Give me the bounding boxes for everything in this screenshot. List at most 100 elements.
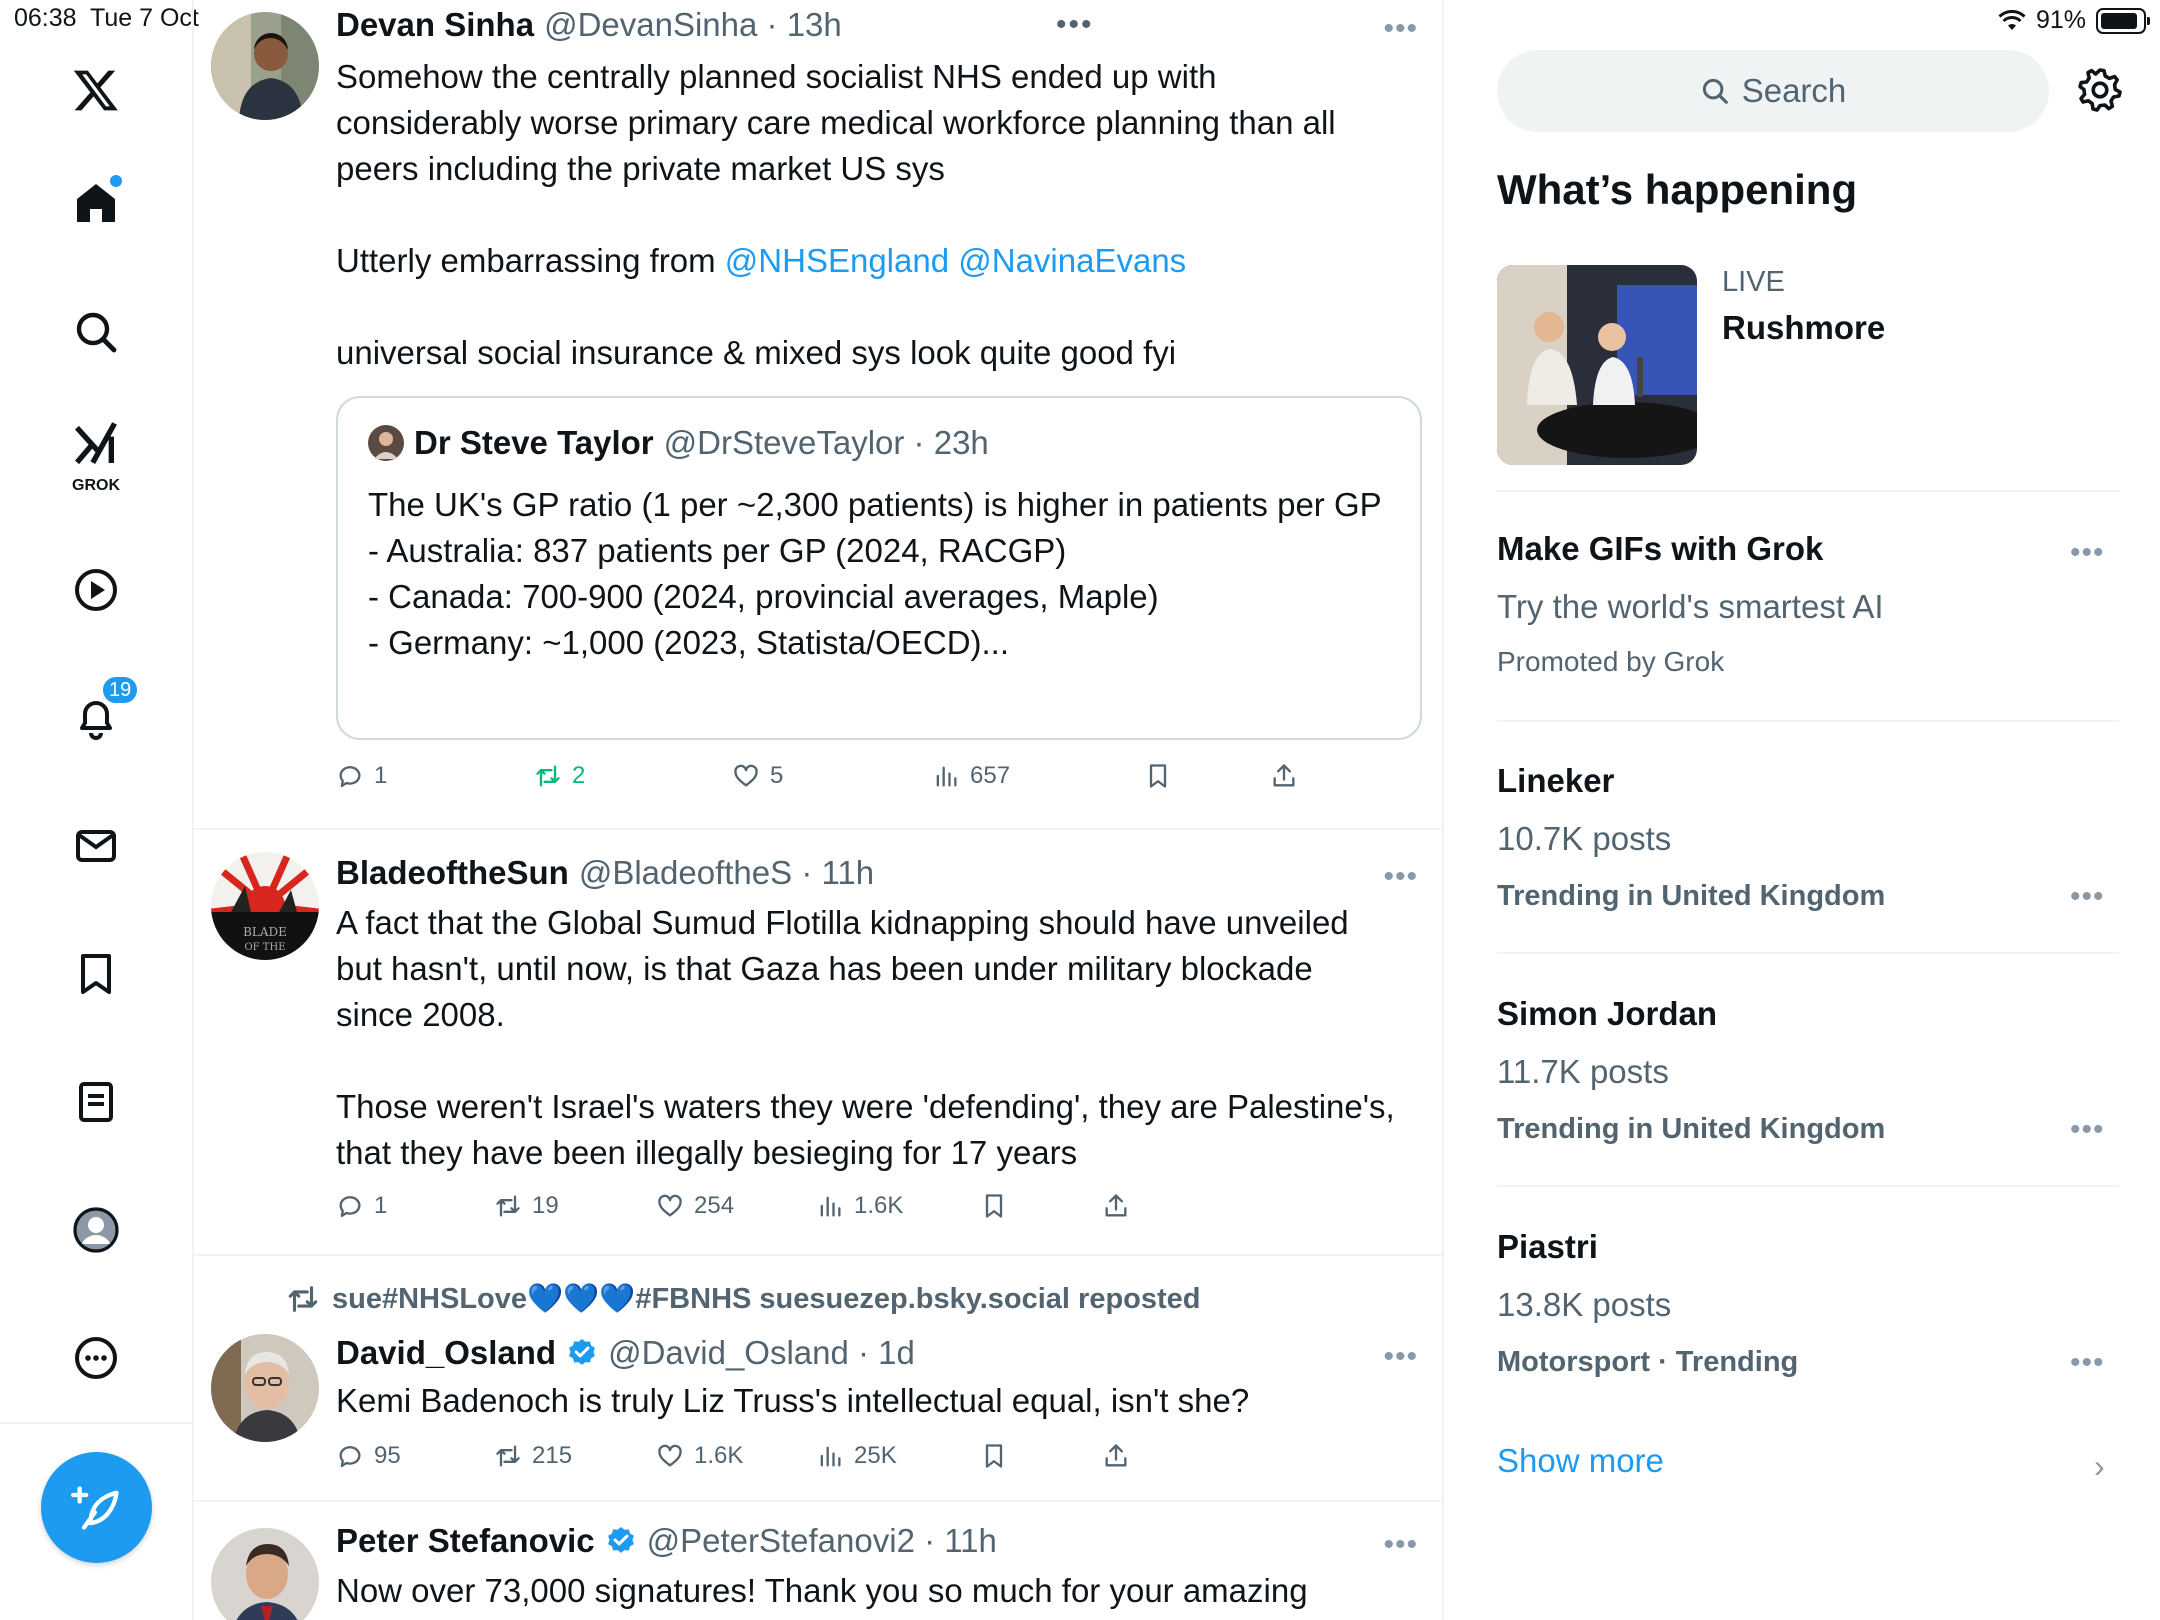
search-input[interactable]: Search <box>1497 50 2049 132</box>
trend-context: Trending in United Kingdom <box>1497 1113 1886 1145</box>
bookmark-button[interactable] <box>980 1192 1008 1220</box>
repost-icon <box>536 765 560 787</box>
nav-video[interactable] <box>58 552 134 628</box>
views-button[interactable]: 25K <box>816 1442 897 1470</box>
post-paragraph: Somehow the centrally planned socialist … <box>336 58 1336 187</box>
reply-icon <box>339 766 361 788</box>
trend-divider <box>1497 1185 2119 1187</box>
post-devan-sinha[interactable]: Devan Sinha @DevanSinha · 13h ••• Someho… <box>194 0 1442 828</box>
whats-happening-title: What’s happening <box>1497 166 1858 213</box>
reposted-by-line[interactable]: sue#NHSLove💙💙💙#FBNHS suesuezep.bsky.soci… <box>286 1282 1201 1316</box>
nav-explore[interactable] <box>58 294 134 370</box>
avatar-bladeofthesun[interactable]: BLADE OF THE <box>211 852 319 960</box>
x-logo-button[interactable] <box>58 52 134 128</box>
nav-more[interactable] <box>58 1320 134 1396</box>
x-logo-icon <box>73 70 118 111</box>
reply-button[interactable]: 1 <box>336 762 387 790</box>
avatar-peter-stefanovic[interactable] <box>211 1528 319 1620</box>
bookmark-icon <box>81 954 111 994</box>
author-handle-time[interactable]: @DevanSinha · 13h <box>544 6 842 44</box>
post-more-button[interactable]: ••• <box>1383 12 1418 46</box>
bookmark-button[interactable] <box>980 1442 1008 1470</box>
author-name[interactable]: David_Osland <box>336 1334 556 1372</box>
trend-name[interactable]: Piastri <box>1497 1228 1598 1266</box>
grok-icon <box>74 422 117 465</box>
post-david-osland[interactable]: sue#NHSLove💙💙💙#FBNHS suesuezep.bsky.soci… <box>194 1256 1442 1500</box>
author-name[interactable]: Devan Sinha <box>336 6 534 44</box>
post-paragraph: universal social insurance & mixed sys l… <box>336 334 1177 371</box>
views-button[interactable]: 1.6K <box>816 1192 903 1220</box>
repost-button[interactable]: 2 <box>534 762 585 790</box>
nav-bookmarks[interactable] <box>58 936 134 1012</box>
share-button[interactable] <box>1270 762 1298 790</box>
post-peter-stefanovic[interactable]: Peter Stefanovic @PeterStefanovi2 · 11h … <box>194 1502 1442 1620</box>
post-text: Somehow the centrally planned socialist … <box>336 54 1396 376</box>
quoted-author-avatar[interactable] <box>368 425 404 461</box>
reply-button[interactable]: 1 <box>336 1192 387 1220</box>
live-event-title[interactable]: Rushmore <box>1722 309 1885 347</box>
trend-more-button[interactable]: ••• <box>2070 536 2105 570</box>
bookmark-icon <box>1149 764 1167 788</box>
quoted-line: The UK's GP ratio (1 per ~2,300 patients… <box>368 486 1382 523</box>
avatar-david-osland[interactable] <box>211 1334 319 1442</box>
reply-count: 1 <box>374 1192 388 1219</box>
heart-icon <box>658 1444 682 1467</box>
svg-text:OF THE: OF THE <box>244 942 285 953</box>
repost-button[interactable]: 215 <box>494 1442 572 1470</box>
post-more-button[interactable]: ••• <box>1383 860 1418 894</box>
compose-feather-icon <box>70 1485 119 1530</box>
heart-icon <box>658 1194 682 1217</box>
author-name[interactable]: Peter Stefanovic <box>336 1522 595 1560</box>
share-button[interactable] <box>1102 1192 1130 1220</box>
quoted-post[interactable]: Dr Steve Taylor @DrSteveTaylor · 23h The… <box>336 396 1422 740</box>
repost-button[interactable]: 19 <box>494 1192 559 1220</box>
author-handle-time[interactable]: @PeterStefanovi2 · 11h <box>647 1522 997 1560</box>
avatar-devan-sinha[interactable] <box>211 12 319 120</box>
share-icon <box>1273 764 1295 787</box>
trend-more-button[interactable]: ••• <box>2070 880 2105 914</box>
quoted-author-name[interactable]: Dr Steve Taylor <box>414 424 654 462</box>
post-bladeofthesun[interactable]: BLADE OF THE BladeoftheSun @BladeoftheS ·… <box>194 830 1442 1254</box>
quoted-post-text: The UK's GP ratio (1 per ~2,300 patients… <box>368 482 1388 666</box>
mention-link[interactable]: @NHSEngland <box>725 242 949 279</box>
nav-grok[interactable]: GROK <box>58 418 134 498</box>
nav-notifications[interactable]: 19 <box>58 674 141 756</box>
like-button[interactable]: 5 <box>732 762 783 790</box>
verified-badge-icon[interactable] <box>605 1525 637 1557</box>
nav-home[interactable] <box>58 165 134 241</box>
views-chart-icon <box>820 1446 841 1467</box>
share-button[interactable] <box>1102 1442 1130 1470</box>
nav-messages[interactable] <box>58 808 134 884</box>
post-more-button[interactable]: ••• <box>1383 1528 1418 1562</box>
settings-gear-icon[interactable] <box>2076 66 2124 114</box>
trend-more-button[interactable]: ••• <box>2070 1113 2105 1147</box>
nav-lists[interactable] <box>58 1064 134 1140</box>
views-button[interactable]: 657 <box>932 762 1010 790</box>
trend-divider <box>1497 490 2119 492</box>
mail-icon <box>76 830 116 862</box>
repost-count: 2 <box>572 762 586 789</box>
post-header: Peter Stefanovic @PeterStefanovi2 · 11h <box>336 1522 997 1560</box>
more-circle-icon <box>75 1337 117 1379</box>
live-event-thumbnail[interactable] <box>1497 265 1697 465</box>
home-unread-dot <box>110 175 122 187</box>
promo-title[interactable]: Make GIFs with Grok <box>1497 530 1823 568</box>
author-handle-time[interactable]: @David_Osland · 1d <box>608 1334 915 1372</box>
views-count: 657 <box>970 762 1011 789</box>
author-handle-time[interactable]: @BladeoftheS · 11h <box>579 854 874 892</box>
trend-name[interactable]: Lineker <box>1497 762 1614 800</box>
show-more-link[interactable]: Show more <box>1497 1442 1664 1480</box>
like-button[interactable]: 1.6K <box>656 1442 743 1470</box>
author-name[interactable]: BladeoftheSun <box>336 854 569 892</box>
nav-profile[interactable] <box>58 1192 134 1268</box>
like-button[interactable]: 254 <box>656 1192 734 1220</box>
trend-more-button[interactable]: ••• <box>2070 1346 2105 1380</box>
trend-name[interactable]: Simon Jordan <box>1497 995 1717 1033</box>
reply-button[interactable]: 95 <box>336 1442 401 1470</box>
post-more-button[interactable]: ••• <box>1383 1340 1418 1374</box>
mention-link[interactable]: @NavinaEvans <box>958 242 1186 279</box>
verified-badge-icon[interactable] <box>566 1337 598 1369</box>
compose-post-button[interactable] <box>41 1452 152 1563</box>
quoted-author-handle-time[interactable]: @DrSteveTaylor · 23h <box>664 424 989 462</box>
bookmark-button[interactable] <box>1144 762 1172 790</box>
